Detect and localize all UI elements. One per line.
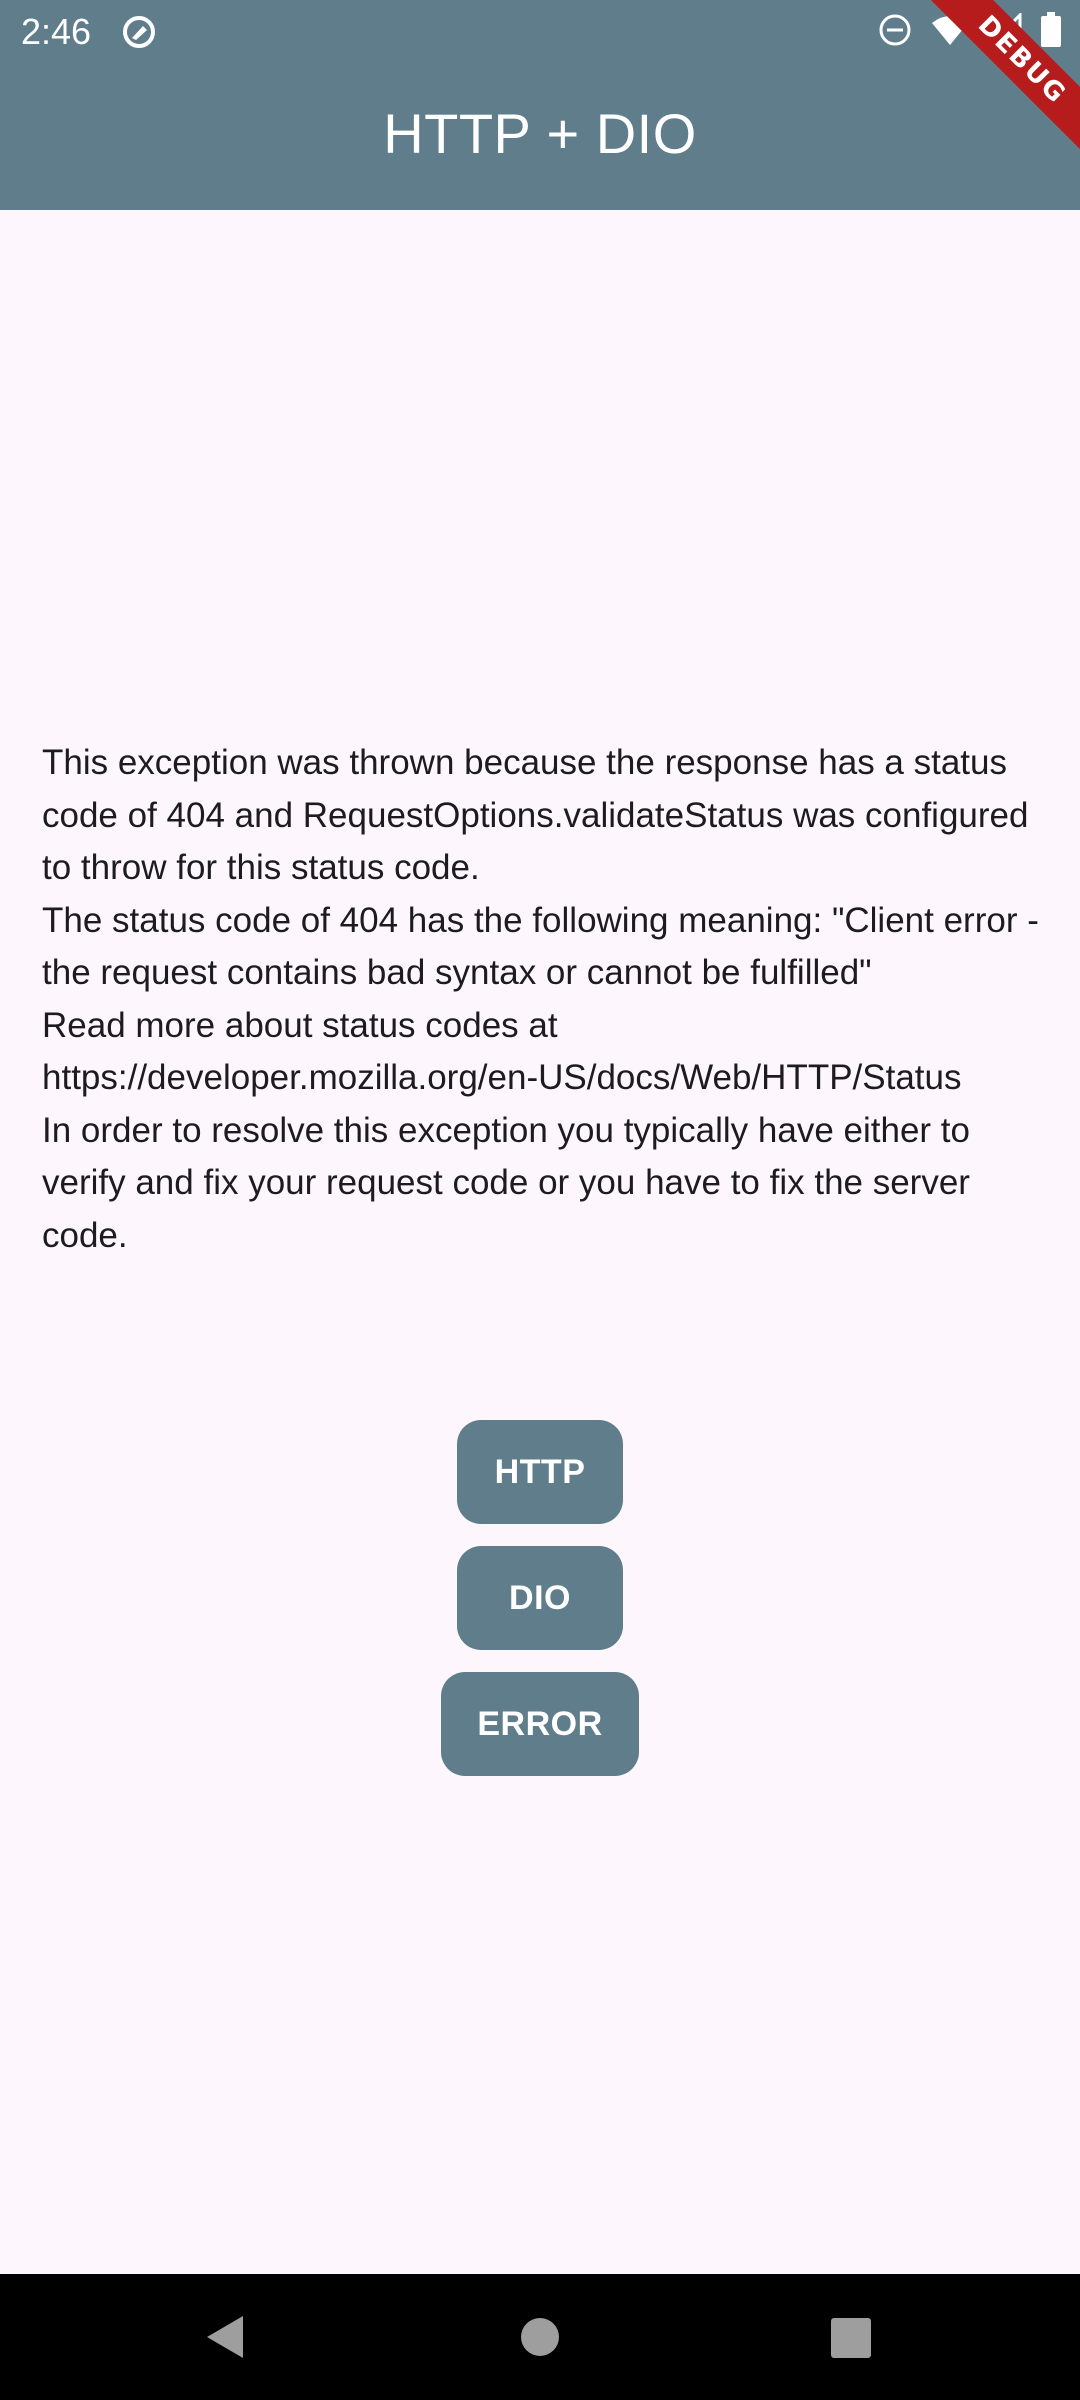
home-icon[interactable] <box>521 2318 559 2356</box>
back-icon[interactable] <box>203 2314 249 2360</box>
status-time: 2:46 <box>21 11 92 52</box>
battery-icon <box>1040 11 1062 53</box>
wifi-icon <box>930 13 970 52</box>
dio-button[interactable]: DIO <box>457 1546 623 1650</box>
signal-icon <box>986 10 1022 52</box>
error-message: This exception was thrown because the re… <box>42 743 1039 1255</box>
page-title: HTTP + DIO <box>383 102 697 165</box>
action-buttons: HTTP DIO ERROR <box>0 1420 1080 1776</box>
app-bar: HTTP + DIO <box>0 63 1080 210</box>
status-icons <box>878 10 1062 53</box>
app-notification-icon <box>121 14 157 50</box>
navigation-bar <box>0 2274 1080 2400</box>
do-not-disturb-icon <box>878 13 912 52</box>
http-button[interactable]: HTTP <box>457 1420 623 1524</box>
error-button[interactable]: ERROR <box>441 1672 639 1776</box>
recents-icon[interactable] <box>831 2318 871 2358</box>
status-bar: 2:46 <box>0 0 1080 63</box>
